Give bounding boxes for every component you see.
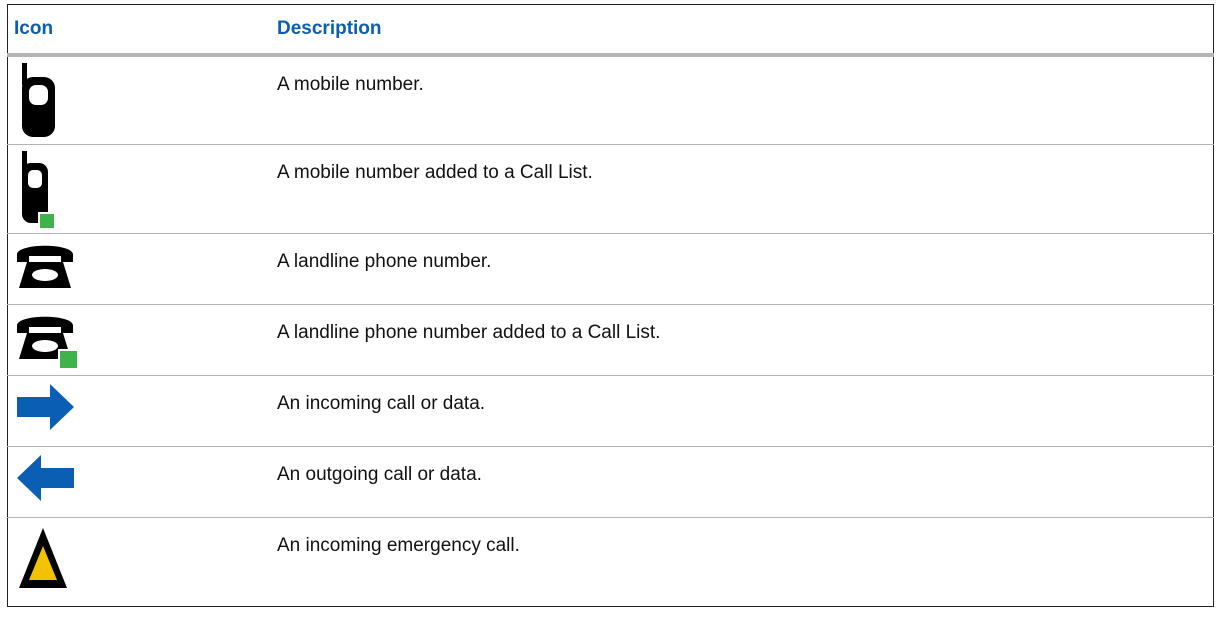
description-cell: A landline phone number added to a Call … [265, 303, 1214, 375]
description-cell: A mobile number added to a Call List. [265, 143, 1214, 233]
table-row: An incoming emergency call. [7, 516, 1214, 606]
icon-cell [7, 143, 265, 233]
mobile-phone-icon [22, 63, 55, 137]
description-cell: A landline phone number. [265, 232, 1214, 304]
table-header-row: Icon Description [7, 4, 1214, 57]
icon-cell [7, 445, 265, 517]
emergency-triangle-icon [19, 527, 67, 588]
table-row: A mobile number added to a Call List. [7, 143, 1214, 233]
icon-description-table: Icon Description A mobile number. A mobi… [7, 4, 1214, 607]
icon-cell [7, 232, 265, 304]
icon-cell [7, 516, 265, 606]
incoming-arrow-icon [17, 383, 74, 430]
landline-phone-icon [17, 245, 73, 288]
icon-cell [7, 374, 265, 446]
description-cell: An incoming emergency call. [265, 516, 1214, 606]
table-row: A landline phone number added to a Call … [7, 303, 1214, 375]
icon-cell [7, 303, 265, 375]
description-cell: A mobile number. [265, 54, 1214, 144]
table-row: A landline phone number. [7, 232, 1214, 304]
table-row: An outgoing call or data. [7, 445, 1214, 517]
icon-cell [7, 54, 265, 144]
outgoing-arrow-icon [17, 454, 74, 501]
mobile-phone-in-call-list-icon [22, 150, 54, 228]
description-cell: An outgoing call or data. [265, 445, 1214, 517]
table-row: An incoming call or data. [7, 374, 1214, 446]
column-header-description: Description [265, 4, 1214, 57]
page: Icon Description A mobile number. A mobi… [0, 0, 1220, 635]
table-row: A mobile number. [7, 54, 1214, 144]
column-header-icon: Icon [7, 4, 265, 57]
landline-phone-in-call-list-icon [17, 316, 77, 368]
description-cell: An incoming call or data. [265, 374, 1214, 446]
